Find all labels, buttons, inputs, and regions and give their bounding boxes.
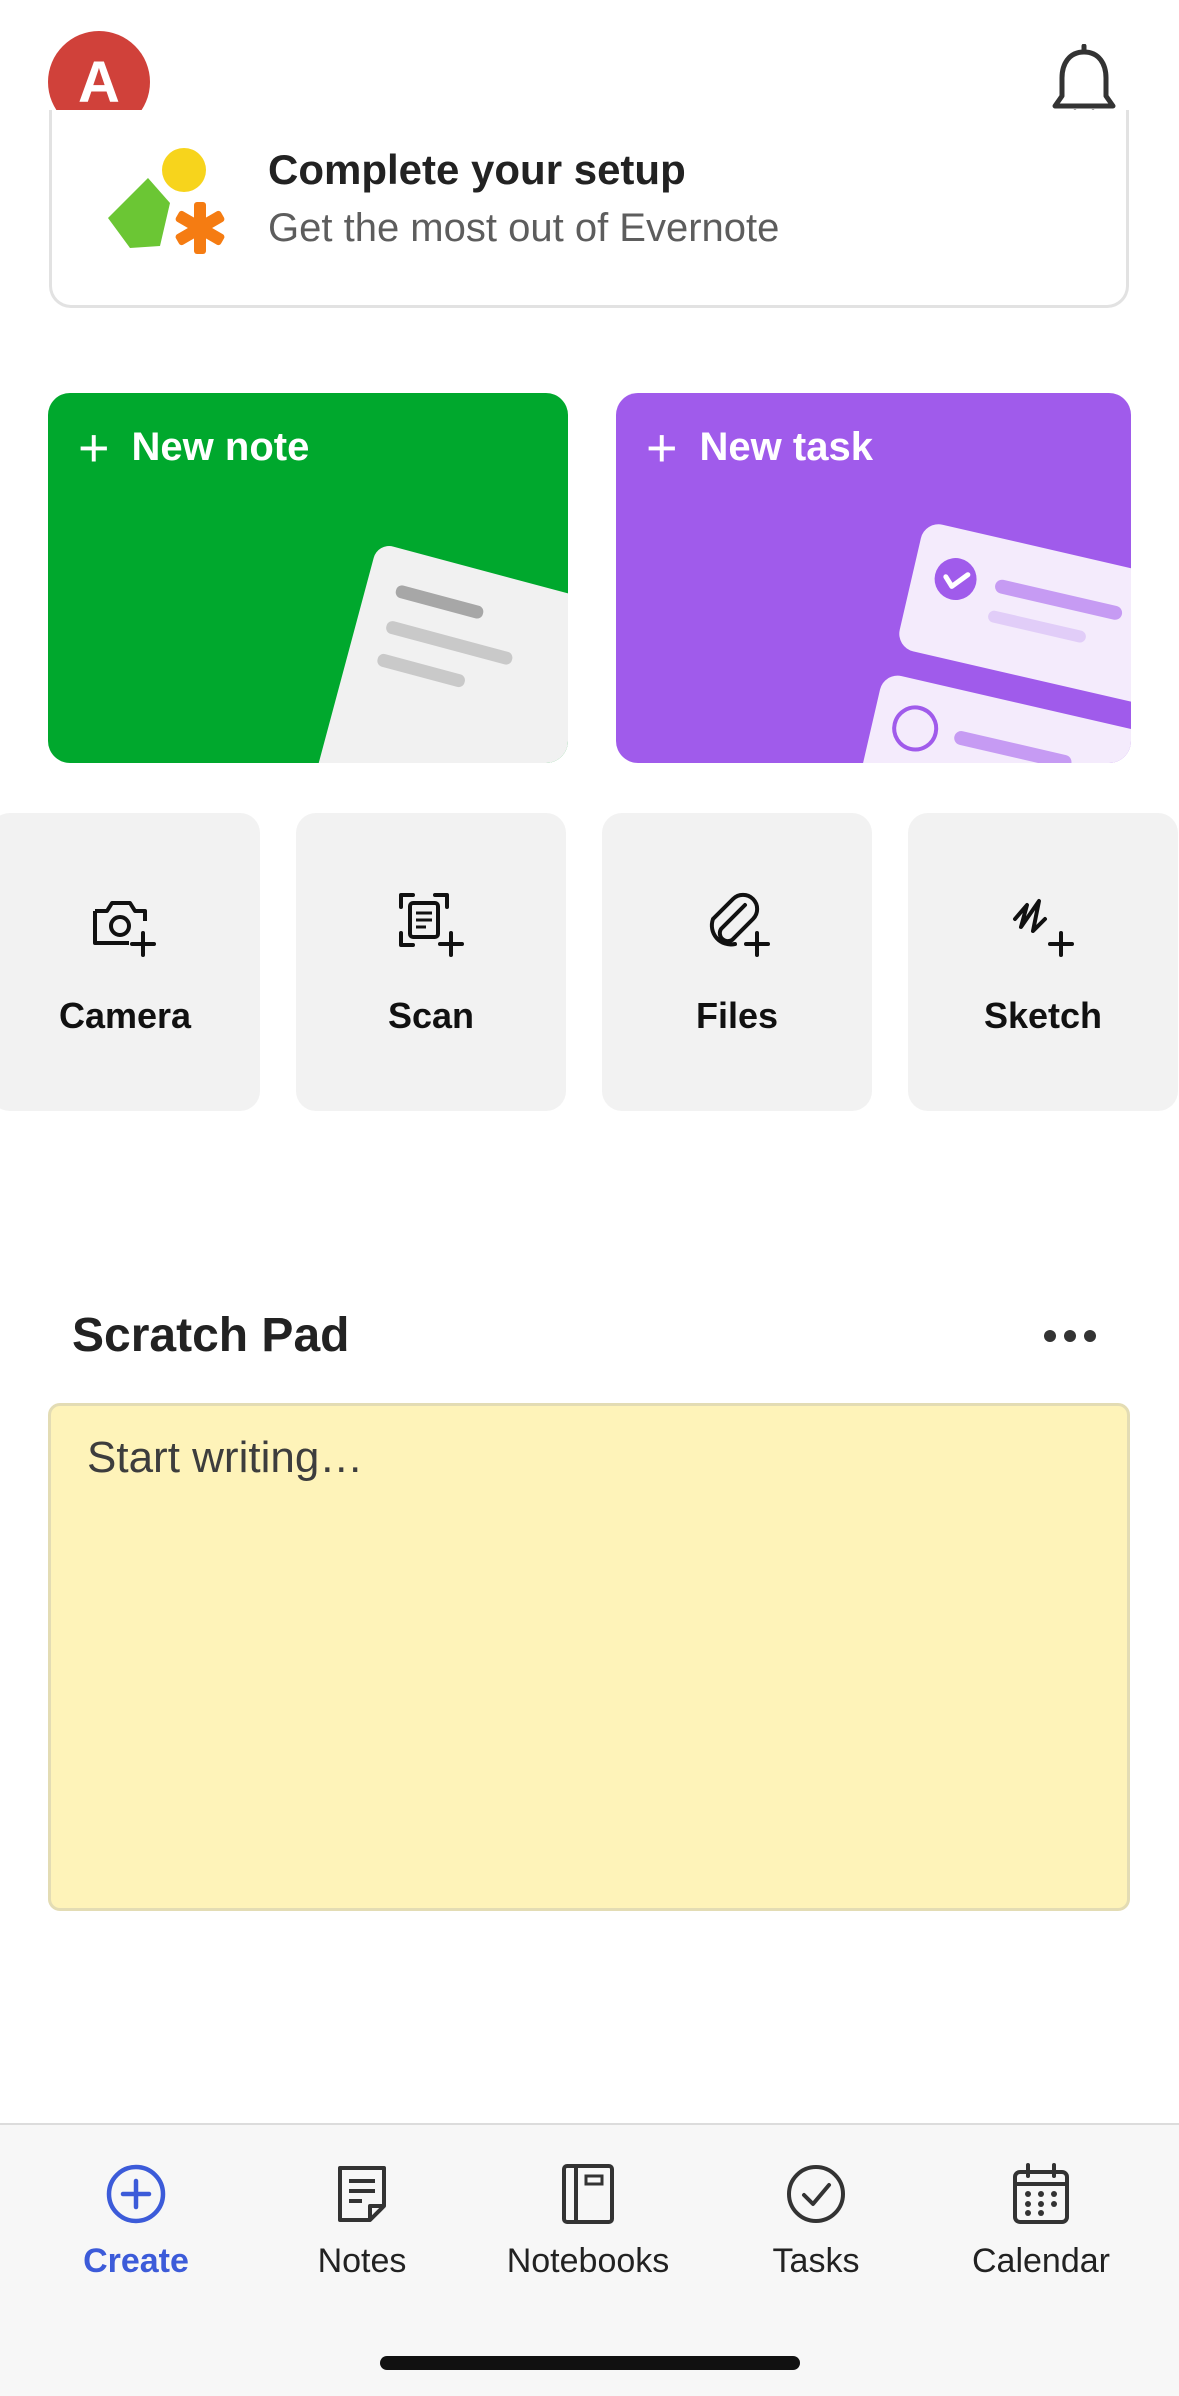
tab-notebooks-label: Notebooks xyxy=(506,2242,670,2280)
scratch-pad-title: Scratch Pad xyxy=(72,1309,350,1362)
more-horizontal-icon[interactable] xyxy=(1040,1322,1100,1350)
tab-notebooks[interactable]: Notebooks xyxy=(478,2160,698,2281)
tab-calendar-label: Calendar xyxy=(972,2242,1110,2280)
tab-create-label: Create xyxy=(83,2242,189,2280)
plus-icon: + xyxy=(78,417,110,478)
tab-notes[interactable]: Notes xyxy=(252,2160,472,2281)
setup-subtitle: Get the most out of Evernote xyxy=(268,206,780,250)
home-indicator xyxy=(380,2356,800,2370)
camera-plus-icon xyxy=(93,901,156,957)
tab-tasks-label: Tasks xyxy=(772,2242,860,2280)
scan-button[interactable]: Scan xyxy=(296,813,566,1111)
notebook-icon xyxy=(562,2164,614,2224)
scan-label: Scan xyxy=(387,995,475,1036)
new-note-label: New note xyxy=(131,425,310,469)
files-button[interactable]: Files xyxy=(602,813,872,1111)
plus-circle-icon xyxy=(106,2164,166,2224)
new-note-button[interactable]: + New note xyxy=(48,393,568,763)
scratch-pad-placeholder: Start writing… xyxy=(87,1433,364,1482)
sketch-label: Sketch xyxy=(983,995,1103,1036)
plus-icon: + xyxy=(646,417,678,478)
setup-shapes-icon xyxy=(108,148,225,254)
setup-title: Complete your setup xyxy=(268,146,686,193)
sketch-button[interactable]: Sketch xyxy=(908,813,1178,1111)
tab-notes-label: Notes xyxy=(317,2242,407,2280)
scan-plus-icon xyxy=(399,893,464,957)
tab-calendar[interactable]: Calendar xyxy=(931,2160,1151,2281)
tab-create[interactable]: Create xyxy=(26,2160,246,2281)
sketch-plus-icon xyxy=(1013,899,1074,957)
tab-tasks[interactable]: Tasks xyxy=(706,2160,926,2281)
files-label: Files xyxy=(695,995,779,1036)
camera-label: Camera xyxy=(58,995,192,1036)
paperclip-plus-icon xyxy=(709,892,770,957)
note-icon xyxy=(338,2166,386,2222)
new-task-button[interactable]: + New task xyxy=(616,393,1131,763)
new-task-label: New task xyxy=(699,425,873,469)
camera-button[interactable]: Camera xyxy=(0,813,260,1111)
calendar-icon xyxy=(1013,2163,1069,2224)
check-circle-icon xyxy=(787,2165,845,2223)
